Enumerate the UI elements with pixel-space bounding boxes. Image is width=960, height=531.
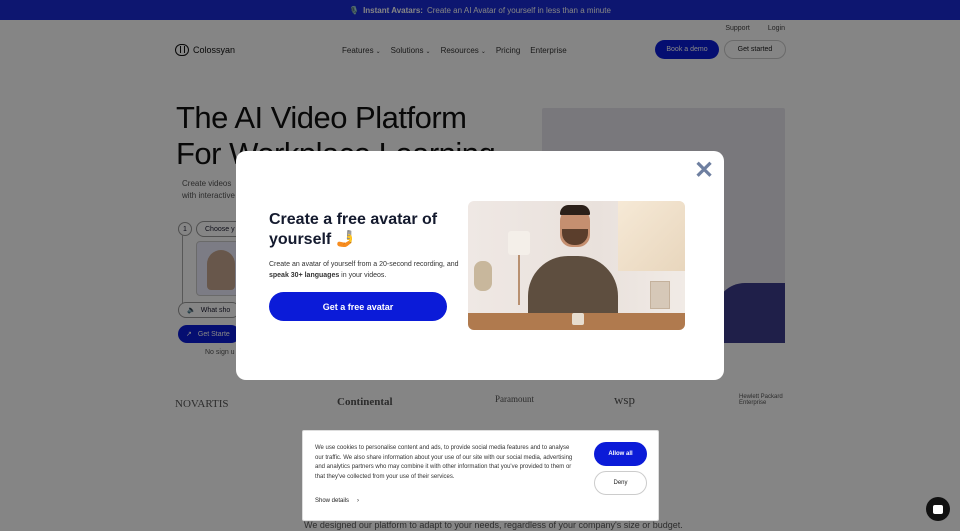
- cookie-text: We use cookies to personalise content an…: [315, 445, 573, 480]
- photo-lamp-pole: [518, 255, 520, 305]
- get-free-avatar-button[interactable]: Get a free avatar: [269, 292, 447, 321]
- photo-person-hair: [560, 205, 590, 215]
- photo-lamp: [508, 231, 530, 255]
- chat-launcher[interactable]: [926, 497, 950, 521]
- photo-window: [618, 201, 685, 271]
- modal-body: Create an avatar of yourself from a 20-s…: [269, 259, 479, 281]
- photo-plant: [474, 261, 492, 291]
- photo-mug: [572, 313, 584, 325]
- deny-button[interactable]: Deny: [594, 471, 647, 495]
- modal-body-text-end: in your videos.: [339, 272, 387, 279]
- show-details-link[interactable]: Show details ›: [315, 498, 359, 504]
- photo-frame: [650, 281, 670, 309]
- avatar-photo: [468, 201, 685, 330]
- modal-title: Create a free avatar of yourself 🤳: [269, 211, 438, 248]
- close-icon[interactable]: ✕: [692, 159, 716, 184]
- allow-all-button[interactable]: Allow all: [594, 442, 647, 466]
- show-details-label: Show details: [315, 498, 350, 504]
- modal-body-bold: speak 30+ languages: [269, 272, 340, 279]
- modal-body-text: Create an avatar of yourself from a 20-s…: [269, 261, 459, 268]
- chat-icon: [933, 504, 943, 514]
- chevron-right-icon: ›: [357, 498, 360, 504]
